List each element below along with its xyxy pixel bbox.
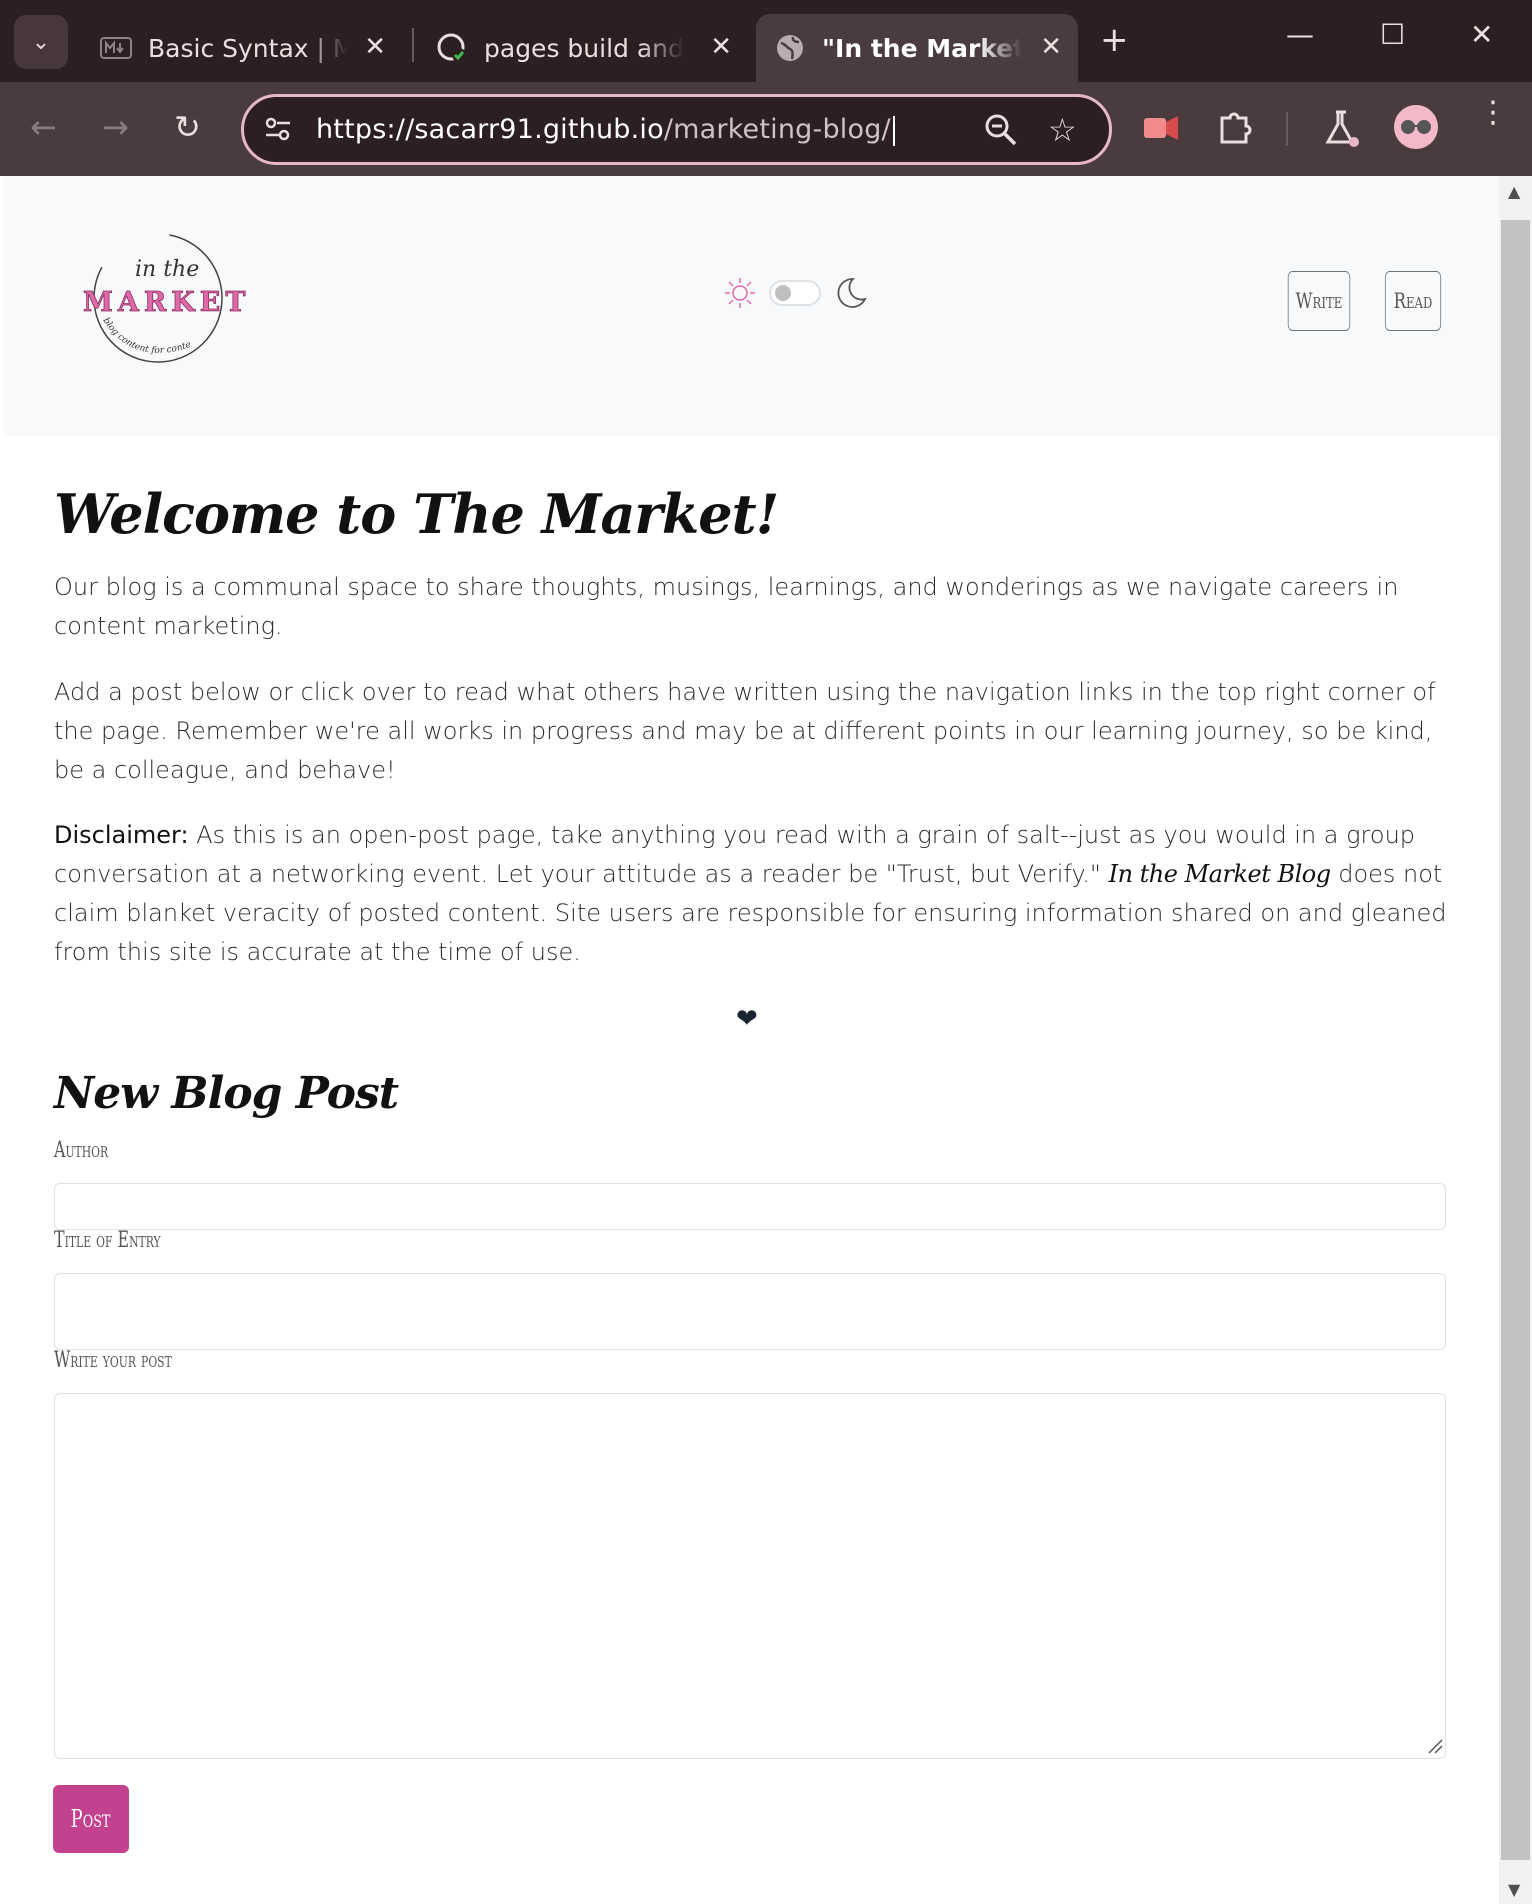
post-submit-button[interactable]: Post [53, 1785, 129, 1853]
page-scrollbar[interactable]: ▲ ▼ [1499, 176, 1532, 1904]
github-icon [436, 32, 468, 64]
globe-icon [774, 32, 806, 64]
instructions-paragraph: Add a post below or click over to read w… [54, 678, 1436, 784]
scroll-down-icon[interactable]: ▼ [1508, 1880, 1520, 1899]
tab-title: pages build and deployment [484, 33, 684, 63]
post-textarea[interactable] [54, 1393, 1446, 1759]
tab-github-actions[interactable]: pages build and deployment ✕ [418, 14, 748, 82]
minimize-icon[interactable]: — [1286, 18, 1314, 51]
scrollbar-thumb[interactable] [1501, 220, 1530, 1860]
close-tab-icon[interactable]: ✕ [710, 32, 732, 62]
browser-menu-icon[interactable]: ⋮ [1478, 98, 1508, 128]
moon-icon [837, 278, 867, 308]
scroll-up-icon[interactable]: ▲ [1508, 182, 1520, 201]
heart-divider-icon: ❤ [736, 1004, 758, 1034]
browser-toolbar: ← → ↻ https://sacarr91.github.io/marketi… [0, 82, 1532, 176]
back-arrow-icon[interactable]: ← [30, 108, 57, 146]
logo-main-text: MARKET [83, 287, 250, 318]
write-nav-button[interactable]: Write [1287, 271, 1351, 331]
zoom-icon[interactable] [984, 113, 1018, 151]
reload-icon[interactable]: ↻ [174, 108, 201, 146]
tab-divider [412, 28, 414, 62]
profile-avatar[interactable] [1394, 105, 1438, 149]
form-title: New Blog Post [54, 1068, 399, 1119]
screen-record-extension-icon[interactable] [1142, 106, 1180, 154]
page-title: Welcome to The Market! [54, 482, 779, 546]
labs-flask-icon[interactable] [1322, 106, 1362, 154]
title-label: Title of Entry [54, 1228, 161, 1253]
disclaimer-label: Disclaimer: [54, 821, 189, 849]
read-nav-button[interactable]: Read [1384, 271, 1442, 331]
forward-arrow-icon[interactable]: → [102, 108, 129, 146]
disclaimer-paragraph: Disclaimer: As this is an open-post page… [54, 816, 1454, 972]
markdown-icon [100, 32, 132, 64]
switch-knob [775, 285, 791, 301]
tab-in-the-market[interactable]: "In the Market" Home ✕ [756, 14, 1078, 82]
author-label: Author [54, 1138, 109, 1163]
title-input[interactable] [54, 1273, 1446, 1350]
url-host: https://sacarr91.github.io [316, 114, 664, 145]
sun-icon [725, 278, 755, 308]
close-window-icon[interactable]: ✕ [1470, 18, 1493, 51]
site-header: in the MARKET blog content for content m… [3, 176, 1499, 436]
text-caret [892, 115, 895, 146]
tab-title: Basic Syntax | Markdown Guide [148, 33, 348, 63]
logo-top-text: in the [135, 257, 199, 282]
theme-toggle[interactable] [723, 276, 867, 310]
tab-title: "In the Market" Home [822, 33, 1022, 63]
url-text[interactable]: https://sacarr91.github.io/marketing-blo… [316, 114, 895, 146]
maximize-icon[interactable]: ☐ [1380, 18, 1405, 51]
tab-markdown-guide[interactable]: Basic Syntax | Markdown Guide ✕ [80, 14, 402, 82]
page-viewport: in the MARKET blog content for content m… [3, 176, 1499, 1904]
close-tab-icon[interactable]: ✕ [364, 32, 386, 62]
post-label: Write your post [54, 1348, 172, 1373]
site-settings-icon[interactable] [262, 113, 294, 145]
extensions-puzzle-icon[interactable] [1216, 106, 1256, 154]
bookmark-star-icon[interactable]: ☆ [1048, 111, 1077, 149]
close-tab-icon[interactable]: ✕ [1040, 32, 1062, 62]
new-tab-icon[interactable]: + [1100, 20, 1129, 60]
in-the-market-logo[interactable]: in the MARKET blog content for content m… [73, 228, 253, 368]
author-input[interactable] [54, 1183, 1446, 1230]
tab-search-button[interactable]: ⌄ [14, 15, 68, 69]
dark-mode-switch[interactable] [769, 280, 821, 306]
toolbar-divider [1286, 112, 1288, 146]
address-bar[interactable]: https://sacarr91.github.io/marketing-blo… [241, 94, 1112, 165]
intro-paragraph: Our blog is a communal space to share th… [54, 573, 1399, 640]
browser-tab-strip: ⌄ Basic Syntax | Markdown Guide ✕ pages … [0, 0, 1532, 82]
brand-name: In the Market Blog [1108, 860, 1332, 888]
post-button-label: Post [71, 1805, 111, 1833]
resize-handle-icon[interactable] [1427, 1738, 1443, 1754]
url-path: /marketing-blog/ [663, 114, 891, 145]
